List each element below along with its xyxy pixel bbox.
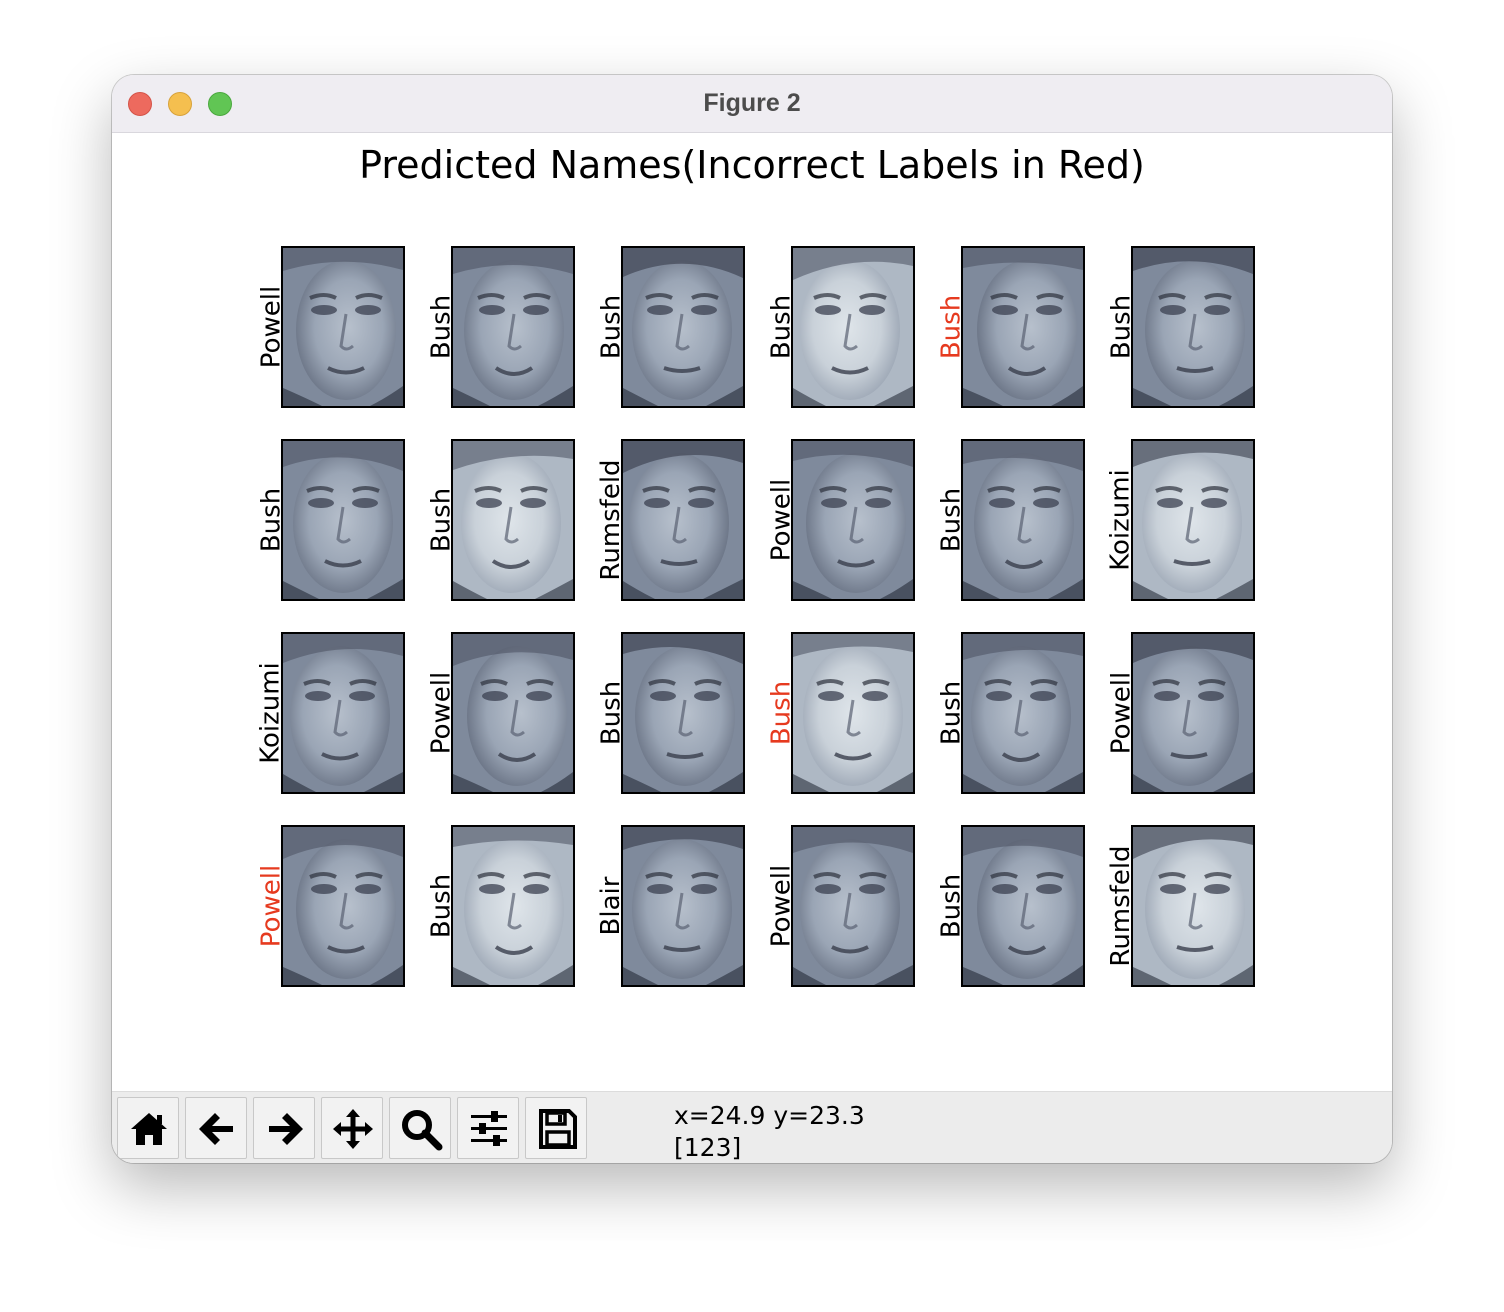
predicted-name-label: Bush [936, 873, 966, 939]
predicted-name-label: Powell [256, 285, 286, 369]
face-panel: Bush [426, 246, 575, 408]
predicted-name-label: Bush [936, 487, 966, 553]
predicted-name-label: Powell [426, 671, 456, 755]
face-image [621, 246, 745, 408]
face-image [961, 632, 1085, 794]
sliders-icon [471, 1111, 507, 1146]
face-panel: Bush [766, 246, 915, 408]
face-image [281, 632, 405, 794]
face-panel: Koizumi [256, 632, 405, 794]
predicted-name-label: Rumsfeld [596, 459, 626, 581]
zoom-button[interactable] [389, 1097, 451, 1159]
face-panel: Bush [766, 632, 915, 794]
face-image [281, 246, 405, 408]
pixel-value: [123] [674, 1133, 742, 1162]
face-image [1131, 246, 1255, 408]
face-panel: Powell [256, 246, 405, 408]
predicted-name-label: Powell [1106, 671, 1136, 755]
back-button[interactable] [185, 1097, 247, 1159]
face-image [961, 825, 1085, 987]
face-panel: Rumsfeld [596, 439, 745, 601]
predicted-name-label: Bush [426, 294, 456, 360]
face-panel: Powell [426, 632, 575, 794]
face-panel: Powell [766, 825, 915, 987]
navigation-toolbar: x=24.9 y=23.3 [123] [112, 1091, 1392, 1163]
face-image [791, 825, 915, 987]
title-bar: Figure 2 [112, 75, 1392, 133]
face-image [1131, 825, 1255, 987]
figure-window: Figure 2 Predicted Names(Incorrect Label… [112, 75, 1392, 1163]
face-image [451, 246, 575, 408]
predicted-name-label: Bush [766, 294, 796, 360]
face-panel: Powell [256, 825, 405, 987]
predicted-name-label: Powell [766, 478, 796, 562]
face-image [281, 825, 405, 987]
face-image [281, 439, 405, 601]
face-panel: Bush [936, 246, 1085, 408]
face-image [791, 439, 915, 601]
configure-subplots-button[interactable] [457, 1097, 519, 1159]
face-image [791, 246, 915, 408]
move-icon [333, 1109, 373, 1149]
predicted-name-label: Bush [596, 294, 626, 360]
face-panel: Bush [596, 632, 745, 794]
face-image [1131, 439, 1255, 601]
face-image [451, 632, 575, 794]
home-button[interactable] [117, 1097, 179, 1159]
predicted-name-label: Powell [766, 864, 796, 948]
figure-title: Predicted Names(Incorrect Labels in Red) [359, 143, 1145, 187]
face-panel: Rumsfeld [1106, 825, 1255, 987]
magnifier-icon [402, 1110, 443, 1151]
predicted-name-label: Bush [596, 680, 626, 746]
arrow-right-icon [269, 1113, 303, 1145]
face-image [451, 439, 575, 601]
predicted-name-label: Koizumi [256, 662, 286, 764]
predicted-name-label: Blair [596, 876, 626, 936]
figure-canvas[interactable]: Predicted Names(Incorrect Labels in Red)… [112, 133, 1392, 1091]
face-panel: Powell [766, 439, 915, 601]
home-icon [131, 1113, 167, 1145]
face-image [961, 246, 1085, 408]
face-panel: Bush [256, 439, 405, 601]
face-image [451, 825, 575, 987]
face-image [1131, 632, 1255, 794]
arrow-left-icon [199, 1113, 233, 1145]
face-panel: Bush [936, 632, 1085, 794]
save-button[interactable] [525, 1097, 587, 1159]
face-image [621, 825, 745, 987]
predicted-name-label: Koizumi [1106, 469, 1136, 571]
face-panel: Powell [1106, 632, 1255, 794]
face-image [791, 632, 915, 794]
predicted-name-label: Bush [936, 680, 966, 746]
window-title: Figure 2 [703, 89, 801, 117]
face-panel: Bush [596, 246, 745, 408]
predicted-name-label: Rumsfeld [1106, 845, 1136, 967]
face-panel: Koizumi [1106, 439, 1255, 601]
face-image [961, 439, 1085, 601]
floppy-disk-icon [539, 1109, 577, 1149]
forward-button[interactable] [253, 1097, 315, 1159]
face-panel: Bush [426, 825, 575, 987]
cursor-readout: x=24.9 y=23.3 [123] [674, 1100, 865, 1163]
predicted-name-label: Bush [426, 873, 456, 939]
face-image [621, 632, 745, 794]
face-panel: Bush [1106, 246, 1255, 408]
predicted-name-label: Bush [936, 294, 966, 360]
predicted-name-label: Bush [1106, 294, 1136, 360]
pan-button[interactable] [321, 1097, 383, 1159]
predicted-name-label: Bush [256, 487, 286, 553]
face-panel: Bush [936, 439, 1085, 601]
predicted-name-label: Bush [766, 680, 796, 746]
face-panel: Bush [936, 825, 1085, 987]
predicted-name-label: Bush [426, 487, 456, 553]
cursor-coordinates: x=24.9 y=23.3 [674, 1101, 865, 1130]
face-image [621, 439, 745, 601]
face-panel: Bush [426, 439, 575, 601]
face-panel: Blair [596, 825, 745, 987]
predicted-name-label: Powell [256, 864, 286, 948]
